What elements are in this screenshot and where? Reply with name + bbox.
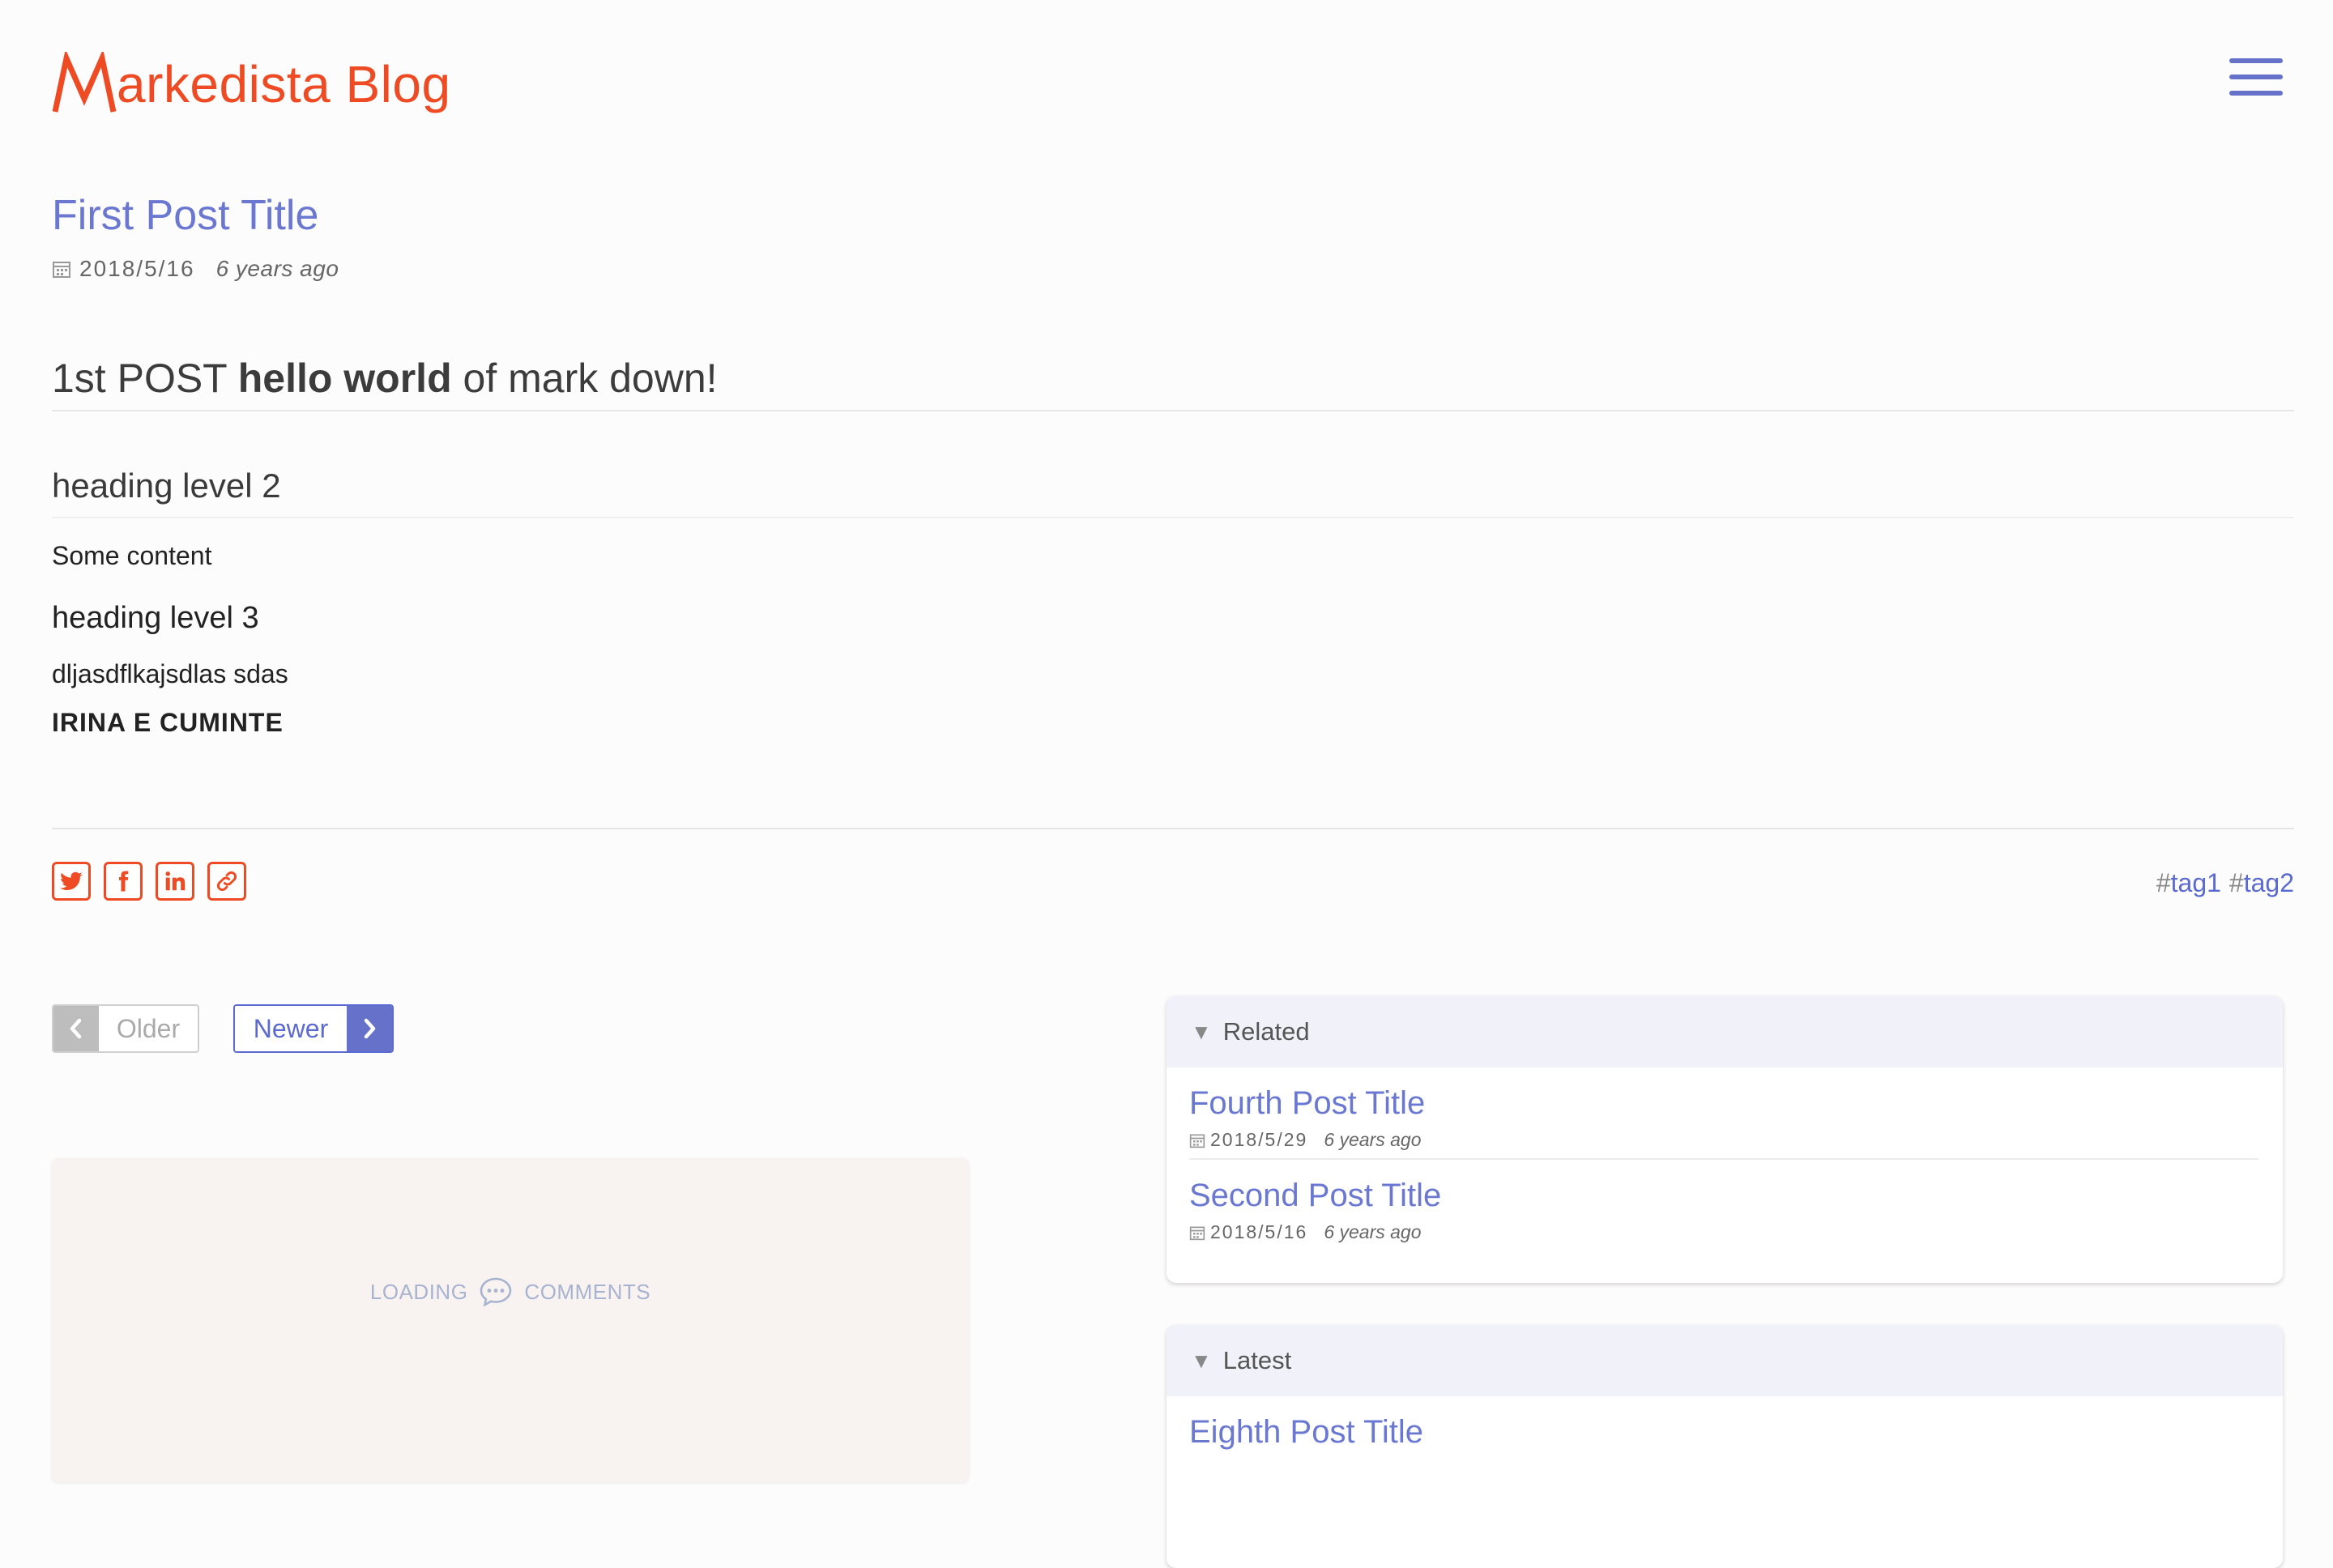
loading-label: LOADING	[369, 1279, 468, 1304]
tag-label: tag1	[2170, 868, 2221, 897]
related-post-item: Fourth Post Title 2018/5/29 6 years ago	[1189, 1067, 2258, 1160]
comment-bubble-icon	[480, 1277, 512, 1307]
related-post-title[interactable]: Fourth Post Title	[1189, 1084, 2258, 1123]
share-twitter-button[interactable]	[52, 862, 91, 901]
latest-posts-toggle[interactable]: ▼ Latest	[1166, 1325, 2283, 1396]
related-post-meta: 2018/5/29 6 years ago	[1189, 1129, 2258, 1151]
tag-link[interactable]: #tag1	[2156, 868, 2221, 898]
latest-posts-widget: ▼ Latest Eighth Post Title	[1166, 1325, 2283, 1568]
comments-label: COMMENTS	[524, 1279, 651, 1304]
content-heading-1: 1st POST hello world of mark down!	[52, 355, 2294, 402]
post-meta: 2018/5/16 6 years ago	[52, 256, 339, 282]
content-heading-3: heading level 3	[52, 601, 259, 635]
site-title: arkedista Blog	[117, 55, 451, 113]
comments-loading: LOADING COMMENTS	[52, 1276, 969, 1307]
link-icon	[216, 871, 237, 892]
share-facebook-button[interactable]	[104, 862, 143, 901]
comments-section: LOADING COMMENTS	[52, 1158, 969, 1482]
calendar-icon	[53, 262, 70, 278]
share-linkedin-button[interactable]	[156, 862, 194, 901]
calendar-icon	[1189, 1134, 1205, 1148]
tag-label: tag2	[2243, 868, 2294, 897]
post-tags: #tag1 #tag2	[2156, 868, 2294, 898]
related-posts-list: Fourth Post Title 2018/5/29 6 years ago …	[1166, 1067, 2283, 1252]
heading-1-divider	[52, 410, 2294, 411]
post-date: 2018/5/16	[79, 256, 195, 281]
content-heading-2: heading level 2	[52, 467, 281, 505]
facebook-icon	[119, 871, 129, 892]
related-post-item: Second Post Title 2018/5/16 6 years ago	[1189, 1160, 2258, 1252]
twitter-icon	[60, 871, 83, 890]
heading-2-divider	[52, 517, 2294, 518]
related-post-relative-time: 6 years ago	[1324, 1129, 1422, 1150]
latest-post-item: Eighth Post Title	[1189, 1396, 2258, 1489]
post-title[interactable]: First Post Title	[52, 191, 318, 240]
chevron-right-icon	[347, 1006, 392, 1051]
related-post-title[interactable]: Second Post Title	[1189, 1176, 2258, 1215]
related-posts-widget: ▼ Related Fourth Post Title 2018/5/29 6 …	[1166, 996, 2283, 1283]
hamburger-menu-icon[interactable]	[2229, 55, 2283, 99]
related-posts-toggle[interactable]: ▼ Related	[1166, 996, 2283, 1067]
newer-label: Newer	[235, 1006, 347, 1051]
calendar-icon	[1189, 1226, 1205, 1240]
related-post-date: 2018/5/16	[1210, 1221, 1308, 1242]
triangle-down-icon: ▼	[1191, 1019, 1212, 1044]
triangle-down-icon: ▼	[1191, 1348, 1212, 1373]
markedista-logo-icon	[52, 52, 117, 113]
chevron-left-icon	[53, 1006, 99, 1051]
share-buttons	[52, 862, 246, 901]
related-post-relative-time: 6 years ago	[1324, 1221, 1422, 1242]
linkedin-icon	[165, 871, 186, 891]
post-footer-divider	[52, 828, 2294, 829]
content-bold-paragraph: IRINA E CUMINTE	[52, 708, 284, 737]
heading-1-text-end: of mark down!	[451, 356, 718, 401]
heading-1-text: 1st POST	[52, 356, 238, 401]
related-heading: Related	[1222, 1017, 1310, 1046]
copy-link-button[interactable]	[207, 862, 246, 901]
older-label: Older	[99, 1006, 198, 1051]
tag-hash: #	[2156, 868, 2171, 897]
post-relative-time: 6 years ago	[215, 256, 339, 281]
older-post-button[interactable]: Older	[52, 1004, 199, 1053]
tag-link[interactable]: #tag2	[2229, 868, 2294, 898]
latest-heading: Latest	[1222, 1346, 1292, 1374]
latest-posts-list: Eighth Post Title	[1166, 1396, 2283, 1489]
newer-post-button[interactable]: Newer	[233, 1004, 394, 1053]
content-paragraph: Some content	[52, 541, 212, 570]
heading-1-bold-text: hello world	[237, 356, 452, 401]
tag-hash: #	[2229, 868, 2244, 897]
related-post-meta: 2018/5/16 6 years ago	[1189, 1221, 2258, 1243]
latest-post-title[interactable]: Eighth Post Title	[1189, 1412, 2258, 1451]
site-logo[interactable]: arkedista Blog	[52, 36, 451, 117]
content-paragraph: dljasdflkajsdlas sdas	[52, 659, 288, 688]
related-post-date: 2018/5/29	[1210, 1129, 1308, 1150]
